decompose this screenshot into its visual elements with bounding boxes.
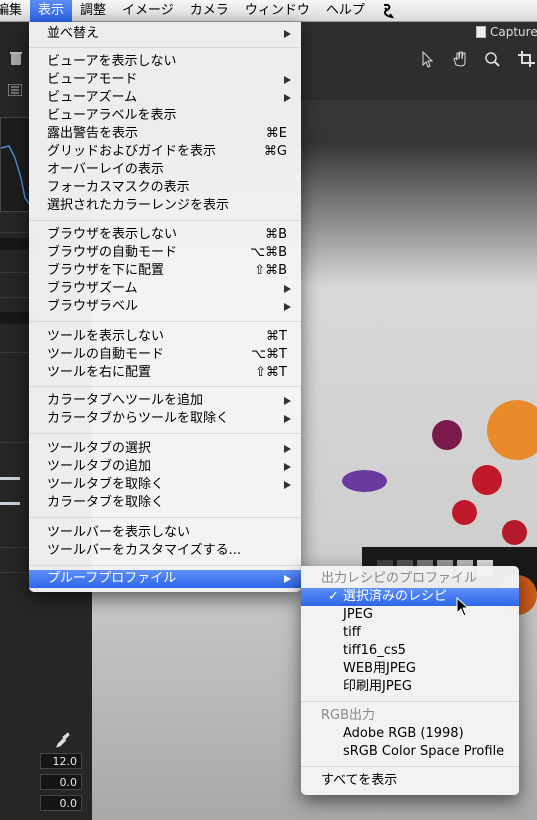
- menu-item-select-tool-tab[interactable]: ツールタブの選択: [29, 440, 301, 458]
- menu-item-show-focus-mask[interactable]: フォーカスマスクの表示: [29, 179, 301, 197]
- menu-image[interactable]: イメージ: [114, 0, 182, 22]
- menu-adjust[interactable]: 調整: [72, 0, 114, 22]
- trash-icon[interactable]: [8, 50, 24, 66]
- submenu-item-show-all[interactable]: すべてを表示: [301, 772, 519, 790]
- submenu-arrow-icon: [284, 463, 291, 471]
- menu-item-tools-auto-mode[interactable]: ツールの自動モード ⌥⌘T: [29, 346, 301, 364]
- menu-window[interactable]: ウィンドウ: [237, 0, 318, 22]
- menu-item-browser-auto-mode[interactable]: ブラウザの自動モード ⌥⌘B: [29, 244, 301, 262]
- checkmark-icon: ✓: [328, 589, 339, 604]
- list-icon[interactable]: [8, 84, 22, 96]
- submenu-arrow-icon: [284, 445, 291, 453]
- menu-item-remove-tool-from-color-tab[interactable]: カラータブからツールを取除く: [29, 410, 301, 428]
- menu-item-hide-viewer[interactable]: ビューアを表示しない: [29, 53, 301, 71]
- menu-item-browser-bottom[interactable]: ブラウザを下に配置 ⇧⌘B: [29, 262, 301, 280]
- mouse-cursor-icon: [456, 597, 470, 617]
- submenu-item-print-jpeg[interactable]: 印刷用JPEG: [301, 678, 519, 696]
- menu-item-show-overlay[interactable]: オーバーレイの表示: [29, 161, 301, 179]
- submenu-item-tiff16-cs5[interactable]: tiff16_cs5: [301, 642, 519, 660]
- menu-view[interactable]: 表示: [30, 0, 73, 22]
- menu-item-add-tool-to-color-tab[interactable]: カラータブへツールを追加: [29, 392, 301, 410]
- menu-bar: 編集 表示 調整 イメージ カメラ ウィンドウ ヘルプ: [0, 0, 537, 22]
- submenu-item-web-jpeg[interactable]: WEB用JPEG: [301, 660, 519, 678]
- zoom-tool-icon[interactable]: [483, 50, 503, 68]
- proof-profile-submenu: 出力レシピのプロファイル ✓ 選択済みのレシピ JPEG tiff tiff16_…: [301, 566, 519, 795]
- slider-handle[interactable]: [0, 502, 20, 505]
- menu-item-show-grid-guides[interactable]: グリッドおよびガイドを表示 ⌘G: [29, 143, 301, 161]
- submenu-item-jpeg[interactable]: JPEG: [301, 606, 519, 624]
- value-field[interactable]: 0.0: [40, 774, 82, 790]
- menu-camera[interactable]: カメラ: [182, 0, 237, 22]
- submenu-item-srgb[interactable]: sRGB Color Space Profile: [301, 743, 519, 761]
- submenu-arrow-icon: [284, 76, 291, 84]
- menu-item-browser-zoom[interactable]: ブラウザズーム: [29, 280, 301, 298]
- menu-item-customize-toolbar[interactable]: ツールバーをカスタマイズする...: [29, 542, 301, 560]
- menu-item-show-color-range[interactable]: 選択されたカラーレンジを表示: [29, 197, 301, 215]
- pointer-tool-icon[interactable]: [418, 50, 438, 68]
- hand-tool-icon[interactable]: [450, 50, 470, 68]
- submenu-arrow-icon: [284, 575, 291, 583]
- menu-item-remove-tool-tab[interactable]: ツールタブを取除く: [29, 476, 301, 494]
- view-menu: 並べ替え ビューアを表示しない ビューアモード ビューアズーム ビューアラベルを…: [29, 22, 301, 592]
- document-icon: [476, 26, 486, 38]
- menu-edit[interactable]: 編集: [0, 0, 30, 22]
- submenu-arrow-icon: [284, 285, 291, 293]
- submenu-item-tiff[interactable]: tiff: [301, 624, 519, 642]
- window-title: Capture: [476, 22, 537, 42]
- submenu-arrow-icon: [284, 30, 291, 38]
- menu-help[interactable]: ヘルプ: [318, 0, 373, 22]
- eyedropper-icon[interactable]: [56, 732, 70, 748]
- menu-item-viewer-zoom[interactable]: ビューアズーム: [29, 89, 301, 107]
- submenu-arrow-icon: [284, 94, 291, 102]
- submenu-header-recipes: 出力レシピのプロファイル: [321, 571, 478, 586]
- submenu-item-selected-recipe[interactable]: ✓ 選択済みのレシピ: [301, 588, 519, 606]
- submenu-arrow-icon: [284, 415, 291, 423]
- script-menu-icon[interactable]: [381, 3, 395, 19]
- menu-item-browser-labels[interactable]: ブラウザラベル: [29, 298, 301, 316]
- submenu-header-rgb: RGB出力: [321, 708, 376, 723]
- menu-item-remove-color-tab[interactable]: カラータブを取除く: [29, 494, 301, 512]
- menu-item-show-exposure-warning[interactable]: 露出警告を表示 ⌘E: [29, 125, 301, 143]
- menu-item-show-viewer-labels[interactable]: ビューアラベルを表示: [29, 107, 301, 125]
- value-field[interactable]: 0.0: [40, 795, 82, 811]
- submenu-arrow-icon: [284, 303, 291, 311]
- histogram: [0, 117, 32, 212]
- submenu-item-adobe-rgb[interactable]: Adobe RGB (1998): [301, 725, 519, 743]
- menu-item-viewer-mode[interactable]: ビューアモード: [29, 71, 301, 89]
- submenu-arrow-icon: [284, 481, 291, 489]
- crop-tool-icon[interactable]: [517, 50, 537, 68]
- slider-handle[interactable]: [0, 477, 20, 480]
- menu-item-hide-toolbar[interactable]: ツールバーを表示しない: [29, 524, 301, 542]
- submenu-arrow-icon: [284, 397, 291, 405]
- menu-item-proof-profile[interactable]: プルーフプロファイル: [29, 570, 301, 588]
- menu-item-add-tool-tab[interactable]: ツールタブの追加: [29, 458, 301, 476]
- menu-item-tools-right[interactable]: ツールを右に配置 ⇧⌘T: [29, 364, 301, 382]
- value-field[interactable]: 12.0: [40, 753, 82, 769]
- menu-item-hide-tools[interactable]: ツールを表示しない ⌘T: [29, 328, 301, 346]
- menu-item-hide-browser[interactable]: ブラウザを表示しない ⌘B: [29, 226, 301, 244]
- menu-item-sort[interactable]: 並べ替え: [29, 25, 301, 43]
